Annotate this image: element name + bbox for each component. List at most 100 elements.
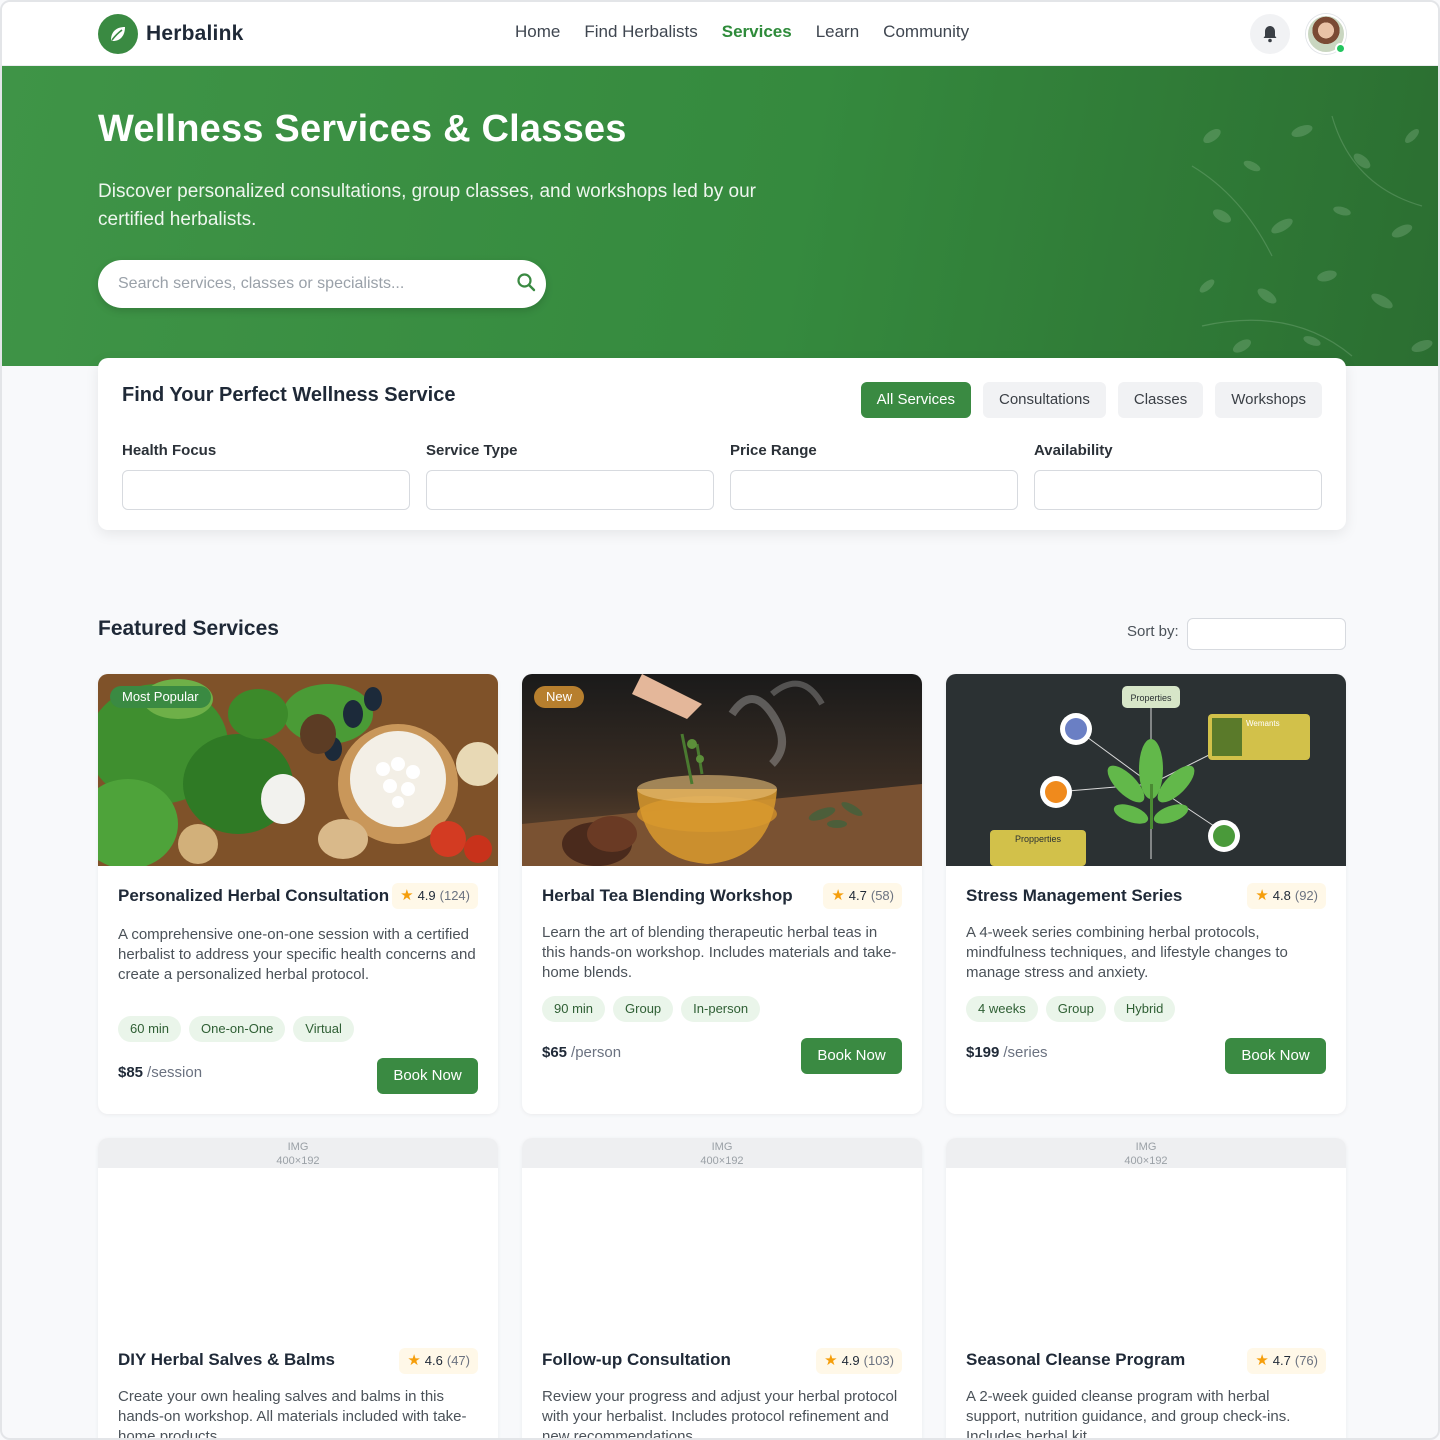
health-focus-select[interactable] [122,470,410,510]
price-range-filter: Price Range [730,442,1018,510]
rating-badge: ★ 4.9 (103) [816,1348,902,1374]
service-tags: 4 weeks Group Hybrid [966,996,1183,1022]
rating-badge: ★ 4.7 (76) [1247,1348,1326,1374]
rating-badge: ★ 4.7 (58) [823,883,902,909]
page-title: Wellness Services & Classes [98,108,627,150]
tag-duration: 4 weeks [966,996,1038,1022]
service-description: Learn the art of blending therapeutic he… [542,924,897,981]
nav-link-find-herbalists[interactable]: Find Herbalists [584,21,697,43]
book-now-button[interactable]: Book Now [377,1058,478,1094]
service-title: Personalized Herbal Consultation [118,886,390,905]
service-title: Stress Management Series [966,886,1183,905]
image-placeholder: IMG 400×192 [946,1138,1346,1168]
tab-classes[interactable]: Classes [1117,382,1204,418]
notifications-button[interactable] [1250,14,1290,54]
service-card[interactable]: IMG 400×192 DIY Herbal Salves & Balms ★ 4… [98,1138,498,1440]
price-range-select[interactable] [730,470,1018,510]
featured-services-heading: Featured Services [98,617,279,640]
tag-location: Hybrid [1113,996,1176,1022]
tag-format: One-on-One [189,1016,286,1042]
tab-workshops[interactable]: Workshops [1215,382,1322,418]
rating-badge: ★ 4.8 (92) [1247,883,1326,909]
tab-all-services[interactable]: All Services [860,382,971,418]
price-range-label: Price Range [730,442,817,459]
top-nav: Herbalink Home Find Herbalists Services … [2,2,1438,66]
search-icon[interactable] [516,272,536,297]
rating-value: 4.6 [424,1353,443,1368]
online-status-indicator [1335,43,1346,54]
service-description: A 4-week series combining herbal protoco… [966,924,1288,981]
tag-duration: 90 min [542,996,606,1022]
badge-new: New [534,686,585,708]
leaf-icon [98,14,138,54]
tag-duration: 60 min [118,1016,182,1042]
service-price: $85/session [118,1064,202,1081]
nav-link-learn[interactable]: Learn [816,21,859,43]
hero-subtitle: Discover personalized consultations, gro… [98,181,756,230]
app-window: Herbalink Home Find Herbalists Services … [0,0,1440,1440]
rating-value: 4.8 [1272,888,1291,903]
book-now-button[interactable]: Book Now [801,1038,902,1074]
rating-badge: ★ 4.9 (124) [392,883,478,909]
tag-location: In-person [681,996,761,1022]
price-amount: $199 [966,1044,1000,1061]
price-unit: /session [147,1064,203,1081]
brand-name: Herbalink [146,22,244,45]
diagram-label-bottom: Propperties [1015,834,1062,844]
service-tags: 60 min One-on-One Virtual [118,1016,362,1042]
brand-logo[interactable]: Herbalink [98,14,244,54]
review-count: (92) [1294,888,1318,903]
star-icon: ★ [400,887,414,904]
sort-label: Sort by: [1127,623,1179,640]
service-price: $65/person [542,1044,621,1061]
service-type-label: Service Type [426,442,518,459]
diagram-label-top: Properties [1130,693,1172,703]
service-description: Create your own healing salves and balms… [118,1388,467,1440]
service-title: Follow-up Consultation [542,1350,731,1369]
service-description: Review your progress and adjust your her… [542,1388,898,1440]
badge-most-popular: Most Popular [110,686,211,708]
service-type-select[interactable] [426,470,714,510]
service-title: Herbal Tea Blending Workshop [542,886,793,905]
availability-select[interactable] [1034,470,1322,510]
tag-format: Group [613,996,674,1022]
rating-value: 4.9 [841,1353,860,1368]
nav-link-services[interactable]: Services [722,21,792,43]
service-title: Seasonal Cleanse Program [966,1350,1186,1369]
book-now-button[interactable]: Book Now [1225,1038,1326,1074]
service-price: $199/series [966,1044,1048,1061]
service-type-filter: Service Type [426,442,714,510]
herbal-tea-photo: New [522,674,922,866]
health-focus-filter: Health Focus [122,442,410,510]
rating-value: 4.7 [848,888,867,903]
price-amount: $85 [118,1064,144,1081]
price-unit: /series [1003,1044,1048,1061]
diagram-label-box: Wemants [1246,719,1280,728]
availability-filter: Availability [1034,442,1322,510]
service-card[interactable]: IMG 400×192 Seasonal Cleanse Program ★ 4.… [946,1138,1346,1438]
review-count: (124) [439,888,470,903]
search-input[interactable] [118,272,498,296]
sort-select[interactable] [1187,618,1346,650]
bell-icon [1263,26,1277,43]
main-nav: Home Find Herbalists Services Learn Comm… [515,21,993,43]
availability-label: Availability [1034,442,1113,459]
review-count: (58) [870,888,894,903]
herb-properties-diagram: Properties Wemants Propperties [946,674,1346,866]
service-card[interactable]: Properties Wemants Propperties Stress Ma… [946,674,1346,1114]
image-placeholder: IMG 400×192 [522,1138,922,1168]
tab-consultations[interactable]: Consultations [982,382,1106,418]
tag-location: Virtual [293,1016,354,1042]
nav-link-home[interactable]: Home [515,21,560,43]
service-description: A comprehensive one-on-one session with … [118,926,476,983]
service-card[interactable]: IMG 400×192 Follow-up Consultation ★ 4.9 … [522,1138,922,1440]
star-icon: ★ [1255,887,1269,904]
nav-link-community[interactable]: Community [883,21,969,43]
image-placeholder: IMG 400×192 [98,1138,498,1168]
price-amount: $65 [542,1044,568,1061]
herbs-photo: Most Popular [98,674,498,866]
filter-title: Find Your Perfect Wellness Service [122,384,456,406]
hero-banner: Wellness Services & Classes Discover per… [2,66,1438,366]
service-card[interactable]: Most Popular Personalized Herbal Consult… [98,674,498,1114]
service-card[interactable]: New Herbal Tea Blending Workshop ★ 4.7 (… [522,674,922,1114]
